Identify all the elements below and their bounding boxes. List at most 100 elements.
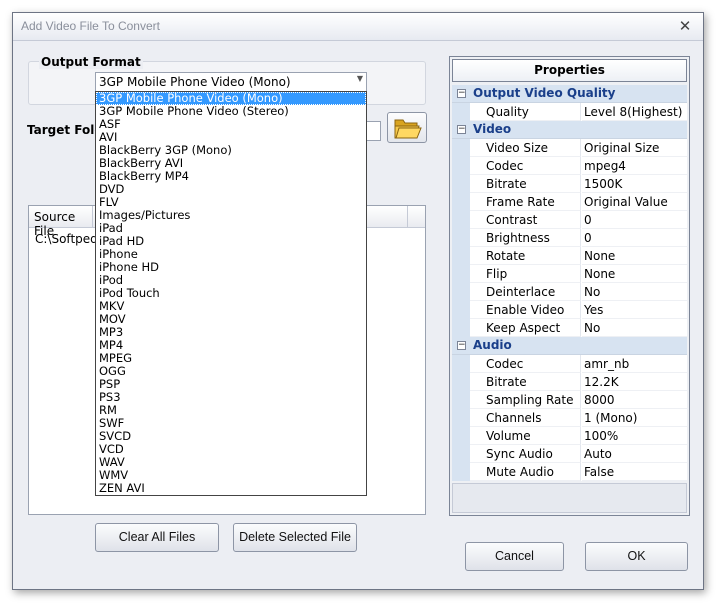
dropdown-option[interactable]: MP4 [96, 339, 366, 352]
property-value[interactable]: mpeg4 [582, 157, 687, 175]
property-category[interactable]: − Video [452, 121, 687, 139]
column-header-source-file[interactable]: Source File [29, 206, 93, 238]
output-format-label: Output Format [39, 55, 143, 69]
property-value[interactable]: No [582, 319, 687, 337]
property-gutter [452, 211, 470, 229]
property-gutter [452, 157, 470, 175]
add-video-dialog: Add Video File To Convert ✕ Output Forma… [12, 12, 704, 590]
property-row[interactable]: Quality Level 8(Highest) [452, 103, 687, 121]
dropdown-option[interactable]: iPod Touch [96, 287, 366, 300]
property-name: Codec [470, 157, 581, 175]
property-value[interactable]: No [582, 283, 687, 301]
property-category[interactable]: − Output Video Quality [452, 85, 687, 103]
dropdown-option[interactable]: BlackBerry MP4 [96, 170, 366, 183]
property-value[interactable]: None [582, 265, 687, 283]
close-button[interactable]: ✕ [675, 16, 695, 36]
dropdown-option[interactable]: PSP [96, 378, 366, 391]
property-row[interactable]: Frame Rate Original Value [452, 193, 687, 211]
title-bar: Add Video File To Convert ✕ [13, 13, 703, 41]
dropdown-option[interactable]: Images/Pictures [96, 209, 366, 222]
property-row[interactable]: Mute Audio False [452, 463, 687, 481]
dropdown-option[interactable]: iPhone HD [96, 261, 366, 274]
property-row[interactable]: Codec mpeg4 [452, 157, 687, 175]
property-value[interactable]: 100% [582, 427, 687, 445]
property-row[interactable]: Deinterlace No [452, 283, 687, 301]
property-gutter [452, 139, 470, 157]
browse-folder-button[interactable] [387, 112, 427, 143]
delete-selected-file-button[interactable]: Delete Selected File [233, 523, 357, 552]
property-row[interactable]: Brightness 0 [452, 229, 687, 247]
dropdown-option[interactable]: WAV [96, 456, 366, 469]
ok-button[interactable]: OK [585, 542, 688, 571]
output-format-value: 3GP Mobile Phone Video (Mono) [99, 75, 291, 89]
property-row[interactable]: Sync Audio Auto [452, 445, 687, 463]
property-gutter [452, 427, 470, 445]
minus-icon[interactable]: − [457, 89, 466, 98]
property-value[interactable]: Original Value [582, 193, 687, 211]
list-item[interactable]: C:\Softpedia [35, 232, 95, 246]
output-format-select[interactable]: 3GP Mobile Phone Video (Mono) ▼ [95, 72, 367, 92]
property-value[interactable]: False [582, 463, 687, 481]
dropdown-option[interactable]: ZEN AVI [96, 482, 366, 495]
dropdown-option[interactable]: MKV [96, 300, 366, 313]
property-value[interactable]: None [582, 247, 687, 265]
property-row[interactable]: Enable Video Yes [452, 301, 687, 319]
cancel-button[interactable]: Cancel [465, 542, 564, 571]
output-format-dropdown-list[interactable]: 3GP Mobile Phone Video (Mono) 3GP Mobile … [95, 91, 367, 496]
dropdown-option[interactable]: MPEG [96, 352, 366, 365]
property-row[interactable]: Volume 100% [452, 427, 687, 445]
property-name: Keep Aspect [470, 319, 581, 337]
dropdown-option[interactable]: ASF [96, 118, 366, 131]
dropdown-option[interactable]: DVD [96, 183, 366, 196]
property-row[interactable]: Channels 1 (Mono) [452, 409, 687, 427]
dropdown-option[interactable]: PS3 [96, 391, 366, 404]
property-gutter [452, 319, 470, 337]
dropdown-option[interactable]: MP3 [96, 326, 366, 339]
property-description-area [452, 483, 687, 513]
property-row[interactable]: Flip None [452, 265, 687, 283]
minus-icon[interactable]: − [457, 341, 466, 350]
dropdown-option[interactable]: MOV [96, 313, 366, 326]
property-value[interactable]: amr_nb [582, 355, 687, 373]
property-value[interactable]: Level 8(Highest) [582, 103, 687, 121]
dropdown-option[interactable]: SWF [96, 417, 366, 430]
property-row[interactable]: Keep Aspect No [452, 319, 687, 337]
property-value[interactable]: 0 [582, 229, 687, 247]
property-value[interactable]: 1500K [582, 175, 687, 193]
property-row[interactable]: Bitrate 1500K [452, 175, 687, 193]
property-value[interactable]: Auto [582, 445, 687, 463]
property-value[interactable]: 0 [582, 211, 687, 229]
property-row[interactable]: Codec amr_nb [452, 355, 687, 373]
property-category-label: Video [473, 122, 512, 136]
property-gutter [452, 409, 470, 427]
target-folder-label: Target Folder [27, 123, 97, 137]
property-name: Bitrate [470, 373, 581, 391]
property-row[interactable]: Video Size Original Size [452, 139, 687, 157]
dropdown-option[interactable]: SVCD [96, 430, 366, 443]
dropdown-option[interactable]: OGG [96, 365, 366, 378]
property-value[interactable]: Yes [582, 301, 687, 319]
property-row[interactable]: Rotate None [452, 247, 687, 265]
dropdown-option[interactable]: 3GP Mobile Phone Video (Stereo) [96, 105, 366, 118]
folder-open-icon [394, 119, 422, 139]
property-value[interactable]: Original Size [582, 139, 687, 157]
property-row[interactable]: Contrast 0 [452, 211, 687, 229]
property-name: Contrast [470, 211, 581, 229]
dropdown-option[interactable]: VCD [96, 443, 366, 456]
chevron-down-icon[interactable]: ▼ [357, 74, 363, 83]
clear-all-files-button[interactable]: Clear All Files [95, 523, 219, 552]
minus-icon[interactable]: − [457, 125, 466, 134]
property-row[interactable]: Sampling Rate 8000 [452, 391, 687, 409]
property-row[interactable]: Bitrate 12.2K [452, 373, 687, 391]
close-icon: ✕ [678, 17, 692, 35]
property-value[interactable]: 1 (Mono) [582, 409, 687, 427]
target-folder-input[interactable] [365, 121, 381, 141]
property-gutter [452, 229, 470, 247]
property-value[interactable]: 12.2K [582, 373, 687, 391]
property-category-label: Audio [473, 338, 512, 352]
property-category[interactable]: − Audio [452, 337, 687, 355]
property-value[interactable]: 8000 [582, 391, 687, 409]
property-grid[interactable]: − Output Video Quality Quality Level 8(High… [452, 85, 687, 481]
properties-panel: Properties − Output Video Quality Quality L… [449, 56, 690, 516]
dropdown-option[interactable]: RM [96, 404, 366, 417]
